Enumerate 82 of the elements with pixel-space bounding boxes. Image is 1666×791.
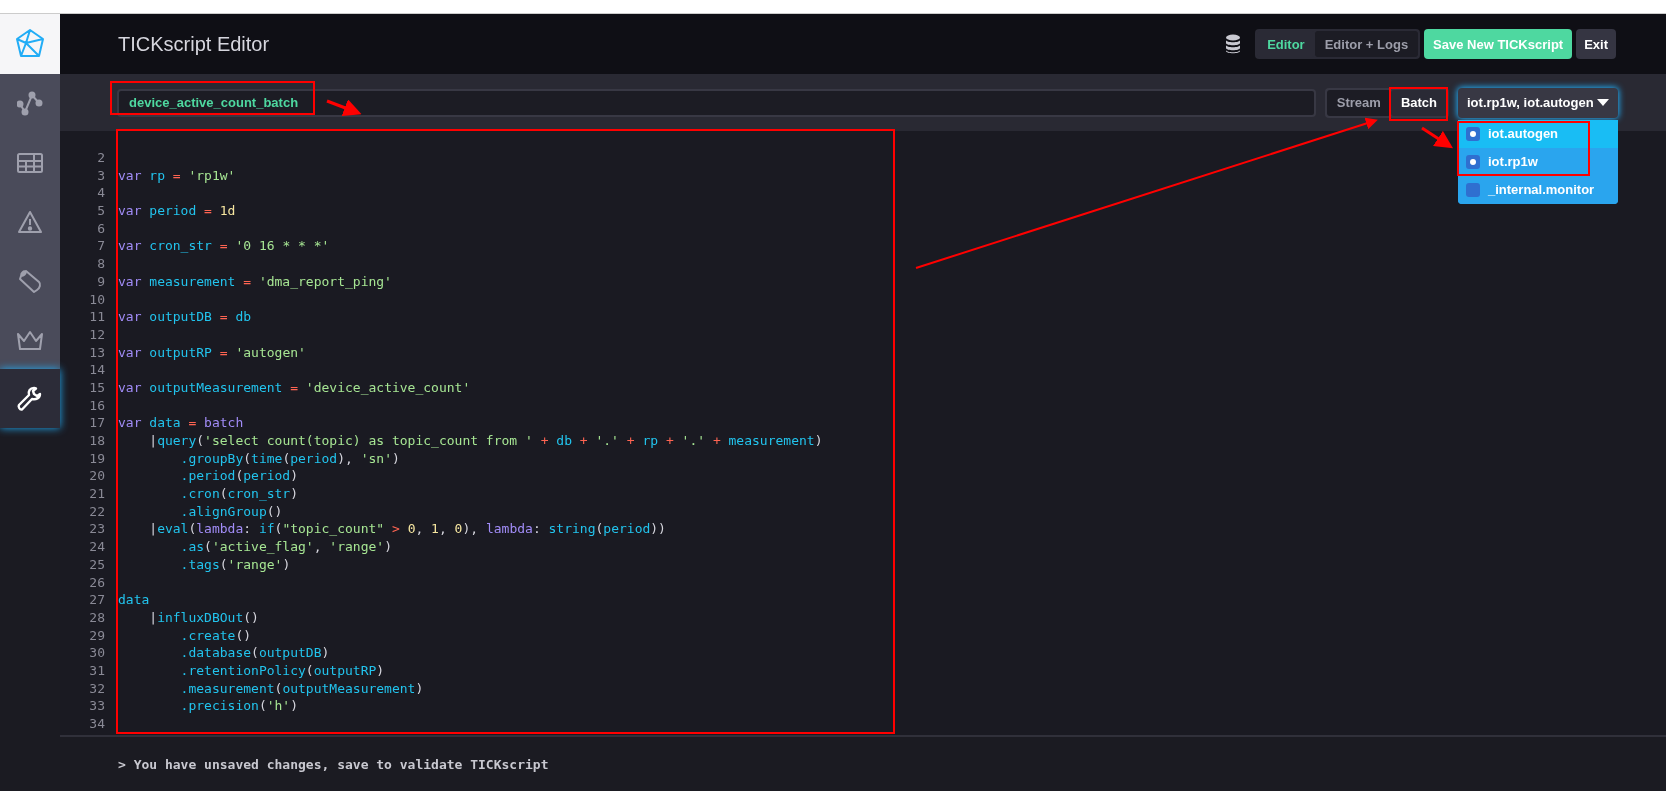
code-line: var cron_str = '0 16 * * *' [118, 237, 330, 256]
code-line: var rp = 'rp1w' [118, 166, 236, 185]
line-number: 30 [88, 644, 106, 662]
code-line: var outputRP = 'autogen' [118, 343, 306, 362]
line-number: 18 [88, 432, 106, 450]
line-number: 13 [88, 343, 106, 362]
code-line: .tags('range') [179, 555, 291, 574]
line-number: 25 [88, 555, 106, 574]
code-line: .cron(cron_str) [179, 485, 299, 503]
type-tab[interactable]: Stream [1326, 89, 1391, 116]
code-line: .create() [179, 626, 252, 645]
code-line: var outputMeasurement = 'device_active_count' [118, 378, 471, 397]
page-title: TICKscript Editor [118, 32, 270, 56]
log-icon [17, 267, 43, 294]
line-number: 31 [88, 661, 106, 680]
view-tab[interactable]: Editor + Logs [1314, 31, 1419, 57]
code-line: .measurement(outputMeasurement) [179, 679, 424, 698]
database-icon [1225, 34, 1242, 54]
line-number: 32 [88, 679, 106, 698]
option-label: iot.rp1w [1488, 154, 1538, 169]
line-number: 10 [88, 290, 106, 309]
code-line: .database(outputDB) [179, 644, 330, 662]
checkbox[interactable] [1466, 182, 1480, 197]
checkbox[interactable] [1466, 126, 1480, 141]
line-number: 28 [88, 608, 106, 627]
code-line: .as('active_flag', 'range') [179, 538, 392, 556]
caret-icon [1597, 99, 1609, 106]
database-dropdown[interactable]: iot.rp1w, iot.autogen [1458, 87, 1618, 118]
code-line: |query('select count(topic) as topic_count from ' + db + '.' + rp + '.' + measurement) [148, 432, 823, 450]
code-line: .retentionPolicy(outputRP) [179, 661, 385, 680]
code-line: |eval(lambda: if("topic_count" > 0, 1, 0), lambda: string(period)) [148, 520, 666, 539]
line-number: 8 [96, 255, 106, 273]
status-message: > You have unsaved changes, save to validate TICKscript [118, 756, 549, 772]
line-number: 23 [88, 520, 106, 539]
line-number: 14 [88, 361, 106, 379]
line-number: 7 [96, 237, 106, 256]
code-line: var outputDB = db [118, 308, 252, 326]
code-line: .groupBy(time(period), 'sn') [179, 449, 400, 468]
option-label: iot.autogen [1488, 126, 1559, 141]
checkbox[interactable] [1466, 154, 1480, 169]
line-number: 26 [88, 573, 106, 592]
crown-icon [16, 328, 44, 351]
code-line: .period(period) [179, 467, 299, 486]
line-number: 21 [88, 485, 106, 503]
line-number: 20 [88, 467, 106, 486]
line-number: 29 [88, 626, 106, 645]
line-number: 19 [88, 449, 106, 468]
exit-button[interactable]: Exit [1576, 29, 1616, 59]
table-icon [17, 151, 43, 174]
code-line: data [118, 591, 150, 609]
line-number: 6 [96, 219, 106, 238]
code-line: .alignGroup() [179, 502, 283, 521]
line-number: 17 [88, 414, 106, 432]
line-number: 12 [88, 325, 106, 344]
line-number: 4 [96, 184, 106, 203]
line-number: 34 [88, 715, 106, 733]
option-label: _internal.monitor [1488, 182, 1595, 197]
annotation-arrow [1421, 126, 1453, 149]
script-name-field[interactable]: device_active_count_batch [117, 88, 1316, 117]
warning-icon [17, 209, 43, 234]
code-line: var data = batch [118, 414, 244, 432]
type-tab[interactable]: Batch [1390, 89, 1447, 116]
line-number: 16 [88, 396, 106, 415]
line-number: 24 [88, 538, 106, 556]
wrench-icon [16, 384, 44, 413]
annotation-arrow [326, 99, 362, 117]
line-number: 5 [96, 202, 106, 220]
line-number: 15 [88, 378, 106, 397]
code-line: var measurement = 'dma_report_ping' [118, 272, 392, 291]
line-number: 27 [88, 591, 106, 609]
line-number: 33 [88, 697, 106, 715]
graph-icon [17, 90, 43, 117]
line-number: 2 [96, 149, 106, 167]
highlight-frame [1389, 87, 1448, 121]
line-number: 3 [96, 166, 106, 185]
code-line: |influxDBOut() [148, 608, 259, 627]
line-number: 9 [96, 272, 106, 291]
sidebar-item[interactable] [0, 369, 60, 428]
code-line: var period = 1d [118, 202, 236, 220]
line-number: 11 [88, 308, 106, 326]
line-number: 22 [88, 502, 106, 521]
code-line: .precision('h') [179, 697, 299, 715]
